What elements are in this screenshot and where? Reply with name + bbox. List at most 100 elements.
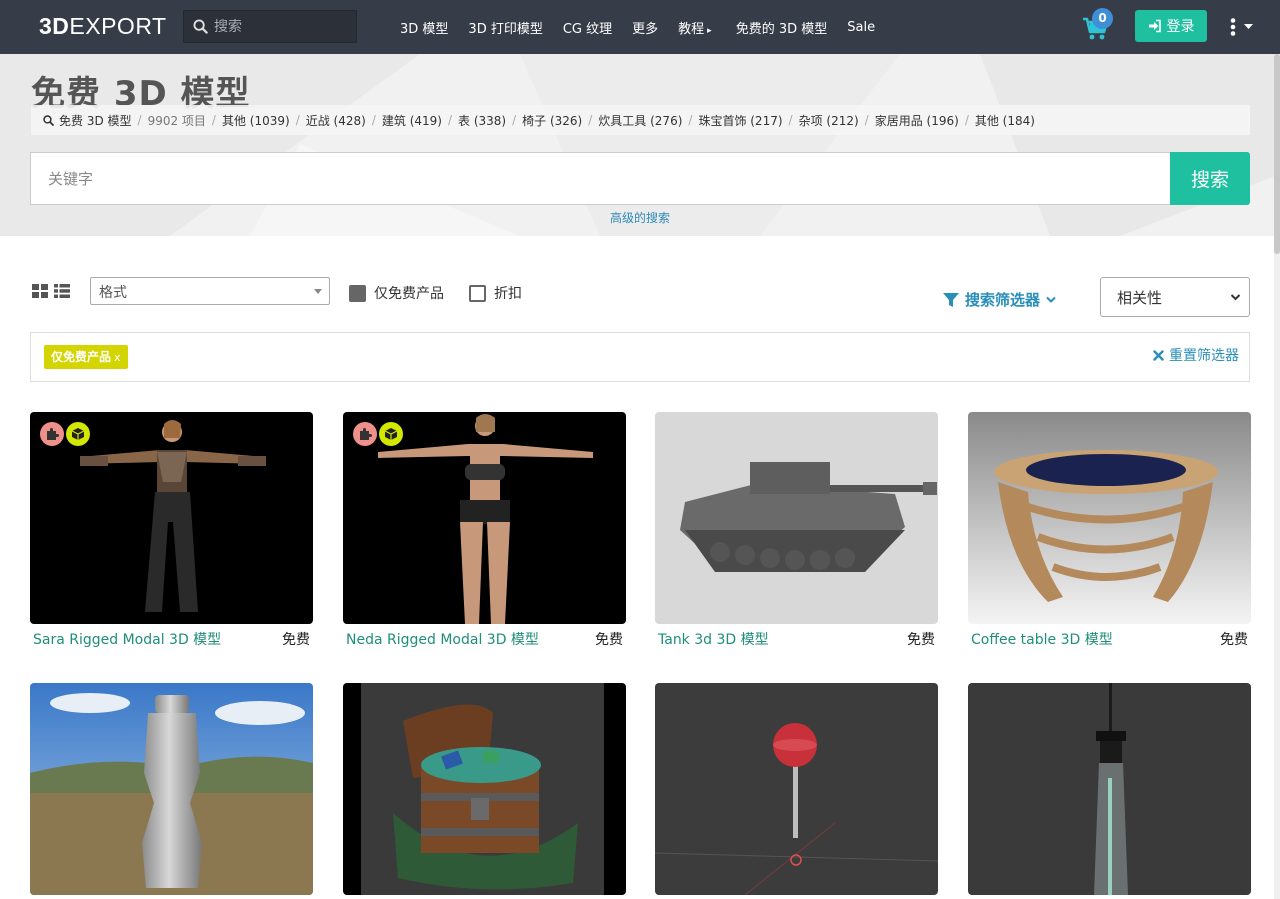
product-name-link[interactable]: Sara Rigged Modal 3D 模型 xyxy=(33,629,221,649)
funnel-icon xyxy=(943,292,959,307)
treasure-chest-icon xyxy=(343,683,626,895)
tiger-tank-icon xyxy=(655,412,938,624)
cube-icon xyxy=(379,422,403,446)
keyword-search-button[interactable]: 搜索 xyxy=(1170,152,1250,205)
product-caption: Coffee table 3D 模型 免费 xyxy=(968,624,1251,652)
checkbox-checked-icon xyxy=(349,284,366,302)
search-filter-toggle[interactable]: 搜索筛选器 xyxy=(943,289,1056,310)
crumb-category-architecture[interactable]: 建筑 (419) xyxy=(382,112,442,129)
product-card[interactable]: Neda Rigged Modal 3D 模型 免费 xyxy=(343,412,626,652)
free-only-checkbox[interactable]: 仅免费产品 xyxy=(349,283,444,303)
main-menu: 3D 模型 3D 打印模型 CG 纹理 更多 教程 ▸ 免费的 3D 模型 Sal… xyxy=(390,0,885,54)
bottle-landscape-icon xyxy=(30,683,313,895)
scrollbar-thumb[interactable] xyxy=(1274,54,1280,254)
list-view-icon[interactable] xyxy=(54,284,70,298)
product-price: 免费 xyxy=(595,632,623,648)
product-card[interactable] xyxy=(343,683,626,895)
product-card[interactable] xyxy=(655,683,938,895)
product-thumbnail[interactable] xyxy=(968,412,1251,624)
puzzle-icon xyxy=(40,422,64,446)
discount-checkbox[interactable]: 折扣 xyxy=(469,283,522,303)
close-icon xyxy=(1153,349,1164,361)
nav-search-input[interactable] xyxy=(214,15,350,39)
cart-button[interactable]: 0 xyxy=(1082,8,1122,42)
site-logo[interactable]: 3DEXPORT xyxy=(39,13,167,40)
crumb-free-models[interactable]: 免费 3D 模型 xyxy=(59,112,132,129)
menu-item-3d-models[interactable]: 3D 模型 xyxy=(400,18,448,37)
reset-filters-button[interactable]: 重置筛选器 xyxy=(1153,345,1239,365)
remove-filter-icon[interactable]: x xyxy=(114,351,121,364)
product-thumbnail[interactable] xyxy=(30,683,313,895)
lollipop-icon xyxy=(655,683,938,895)
view-toggle xyxy=(32,284,70,298)
keyword-search-input[interactable] xyxy=(31,153,1170,204)
format-select[interactable]: 格式 xyxy=(90,277,330,305)
search-icon xyxy=(43,114,54,126)
product-thumbnail[interactable] xyxy=(343,412,626,624)
top-navbar: 3DEXPORT 3D 模型 3D 打印模型 CG 纹理 更多 教程▸ 免费的 … xyxy=(0,0,1280,54)
crumb-category-tables[interactable]: 表 (338) xyxy=(458,112,506,129)
product-caption: Neda Rigged Modal 3D 模型 免费 xyxy=(343,624,626,652)
crumb-category-other-2[interactable]: 其他 (184) xyxy=(975,112,1035,129)
menu-item-tutorials[interactable]: 教程 ▸ xyxy=(678,18,712,37)
menu-item-more[interactable]: 更多 xyxy=(632,18,658,37)
product-card[interactable]: Sara Rigged Modal 3D 模型 免费 xyxy=(30,412,313,652)
product-thumbnail[interactable] xyxy=(30,412,313,624)
product-price: 免费 xyxy=(1220,632,1248,648)
product-price: 免费 xyxy=(282,632,310,648)
menu-item-3d-print[interactable]: 3D 打印模型 xyxy=(468,18,542,37)
product-caption: Tank 3d 3D 模型 免费 xyxy=(655,624,938,652)
advanced-search-link[interactable]: 高级的搜索 xyxy=(0,209,1280,226)
menu-item-cg-textures[interactable]: CG 纹理 xyxy=(563,18,612,37)
product-card[interactable] xyxy=(968,683,1251,895)
coffee-table-icon xyxy=(968,412,1251,624)
free-only-label: 仅免费产品 xyxy=(374,286,444,302)
reset-filters-label: 重置筛选器 xyxy=(1169,348,1239,364)
product-badges xyxy=(40,422,90,446)
crumb-category-misc[interactable]: 杂项 (212) xyxy=(799,112,859,129)
active-filters-panel: 仅免费产品 x 重置筛选器 xyxy=(30,332,1250,382)
page-scrollbar[interactable] xyxy=(1274,54,1280,899)
product-card[interactable]: Coffee table 3D 模型 免费 xyxy=(968,412,1251,652)
crumb-category-jewelry[interactable]: 珠宝首饰 (217) xyxy=(698,112,782,129)
format-select-placeholder: 格式 xyxy=(99,285,127,301)
crumb-item-count: 9902 项目 xyxy=(147,113,206,128)
product-name-link[interactable]: Coffee table 3D 模型 xyxy=(971,629,1113,649)
crumb-category-other[interactable]: 其他 (1039) xyxy=(222,112,290,129)
product-thumbnail[interactable] xyxy=(343,683,626,895)
login-label: 登录 xyxy=(1166,19,1195,35)
product-name-link[interactable]: Tank 3d 3D 模型 xyxy=(658,629,769,649)
caret-icon: ▸ xyxy=(707,25,712,36)
search-filter-label: 搜索筛选器 xyxy=(965,291,1041,309)
chevron-down-icon xyxy=(1230,294,1241,301)
crumb-category-household[interactable]: 家居用品 (196) xyxy=(875,112,959,129)
puzzle-icon xyxy=(353,422,377,446)
product-card[interactable]: Tank 3d 3D 模型 免费 xyxy=(655,412,938,652)
cart-count-badge: 0 xyxy=(1092,8,1113,29)
product-name-link[interactable]: Neda Rigged Modal 3D 模型 xyxy=(346,629,539,649)
product-price: 免费 xyxy=(907,632,935,648)
search-icon xyxy=(193,19,208,34)
login-button[interactable]: 登录 xyxy=(1135,10,1207,42)
product-thumbnail[interactable] xyxy=(655,412,938,624)
active-filter-tag[interactable]: 仅免费产品 x xyxy=(44,345,128,369)
product-thumbnail[interactable] xyxy=(655,683,938,895)
crumb-category-chairs[interactable]: 椅子 (326) xyxy=(522,112,582,129)
sort-select[interactable]: 相关性 xyxy=(1100,277,1250,317)
product-thumbnail[interactable] xyxy=(968,683,1251,895)
crumb-category-cookware[interactable]: 炊具工具 (276) xyxy=(598,112,682,129)
product-card[interactable] xyxy=(30,683,313,895)
vertical-dots-icon xyxy=(1230,18,1236,36)
pendant-lamp-icon xyxy=(968,683,1251,895)
sort-selected-value: 相关性 xyxy=(1117,289,1163,307)
grid-view-icon[interactable] xyxy=(32,284,48,298)
menu-item-free-models[interactable]: 免费的 3D 模型 xyxy=(736,18,828,37)
hero-section: 免费 3D 模型 免费 3D 模型/ 9902 项目 / 其他 (1039) / 近… xyxy=(0,54,1280,236)
active-filter-label: 仅免费产品 xyxy=(51,350,112,364)
caret-down-icon xyxy=(314,289,322,294)
chevron-down-icon xyxy=(1046,296,1056,303)
menu-item-sale[interactable]: Sale xyxy=(847,20,875,35)
crumb-category-melee[interactable]: 近战 (428) xyxy=(306,112,366,129)
kebab-menu-button[interactable] xyxy=(1230,13,1266,41)
discount-label: 折扣 xyxy=(494,286,522,302)
